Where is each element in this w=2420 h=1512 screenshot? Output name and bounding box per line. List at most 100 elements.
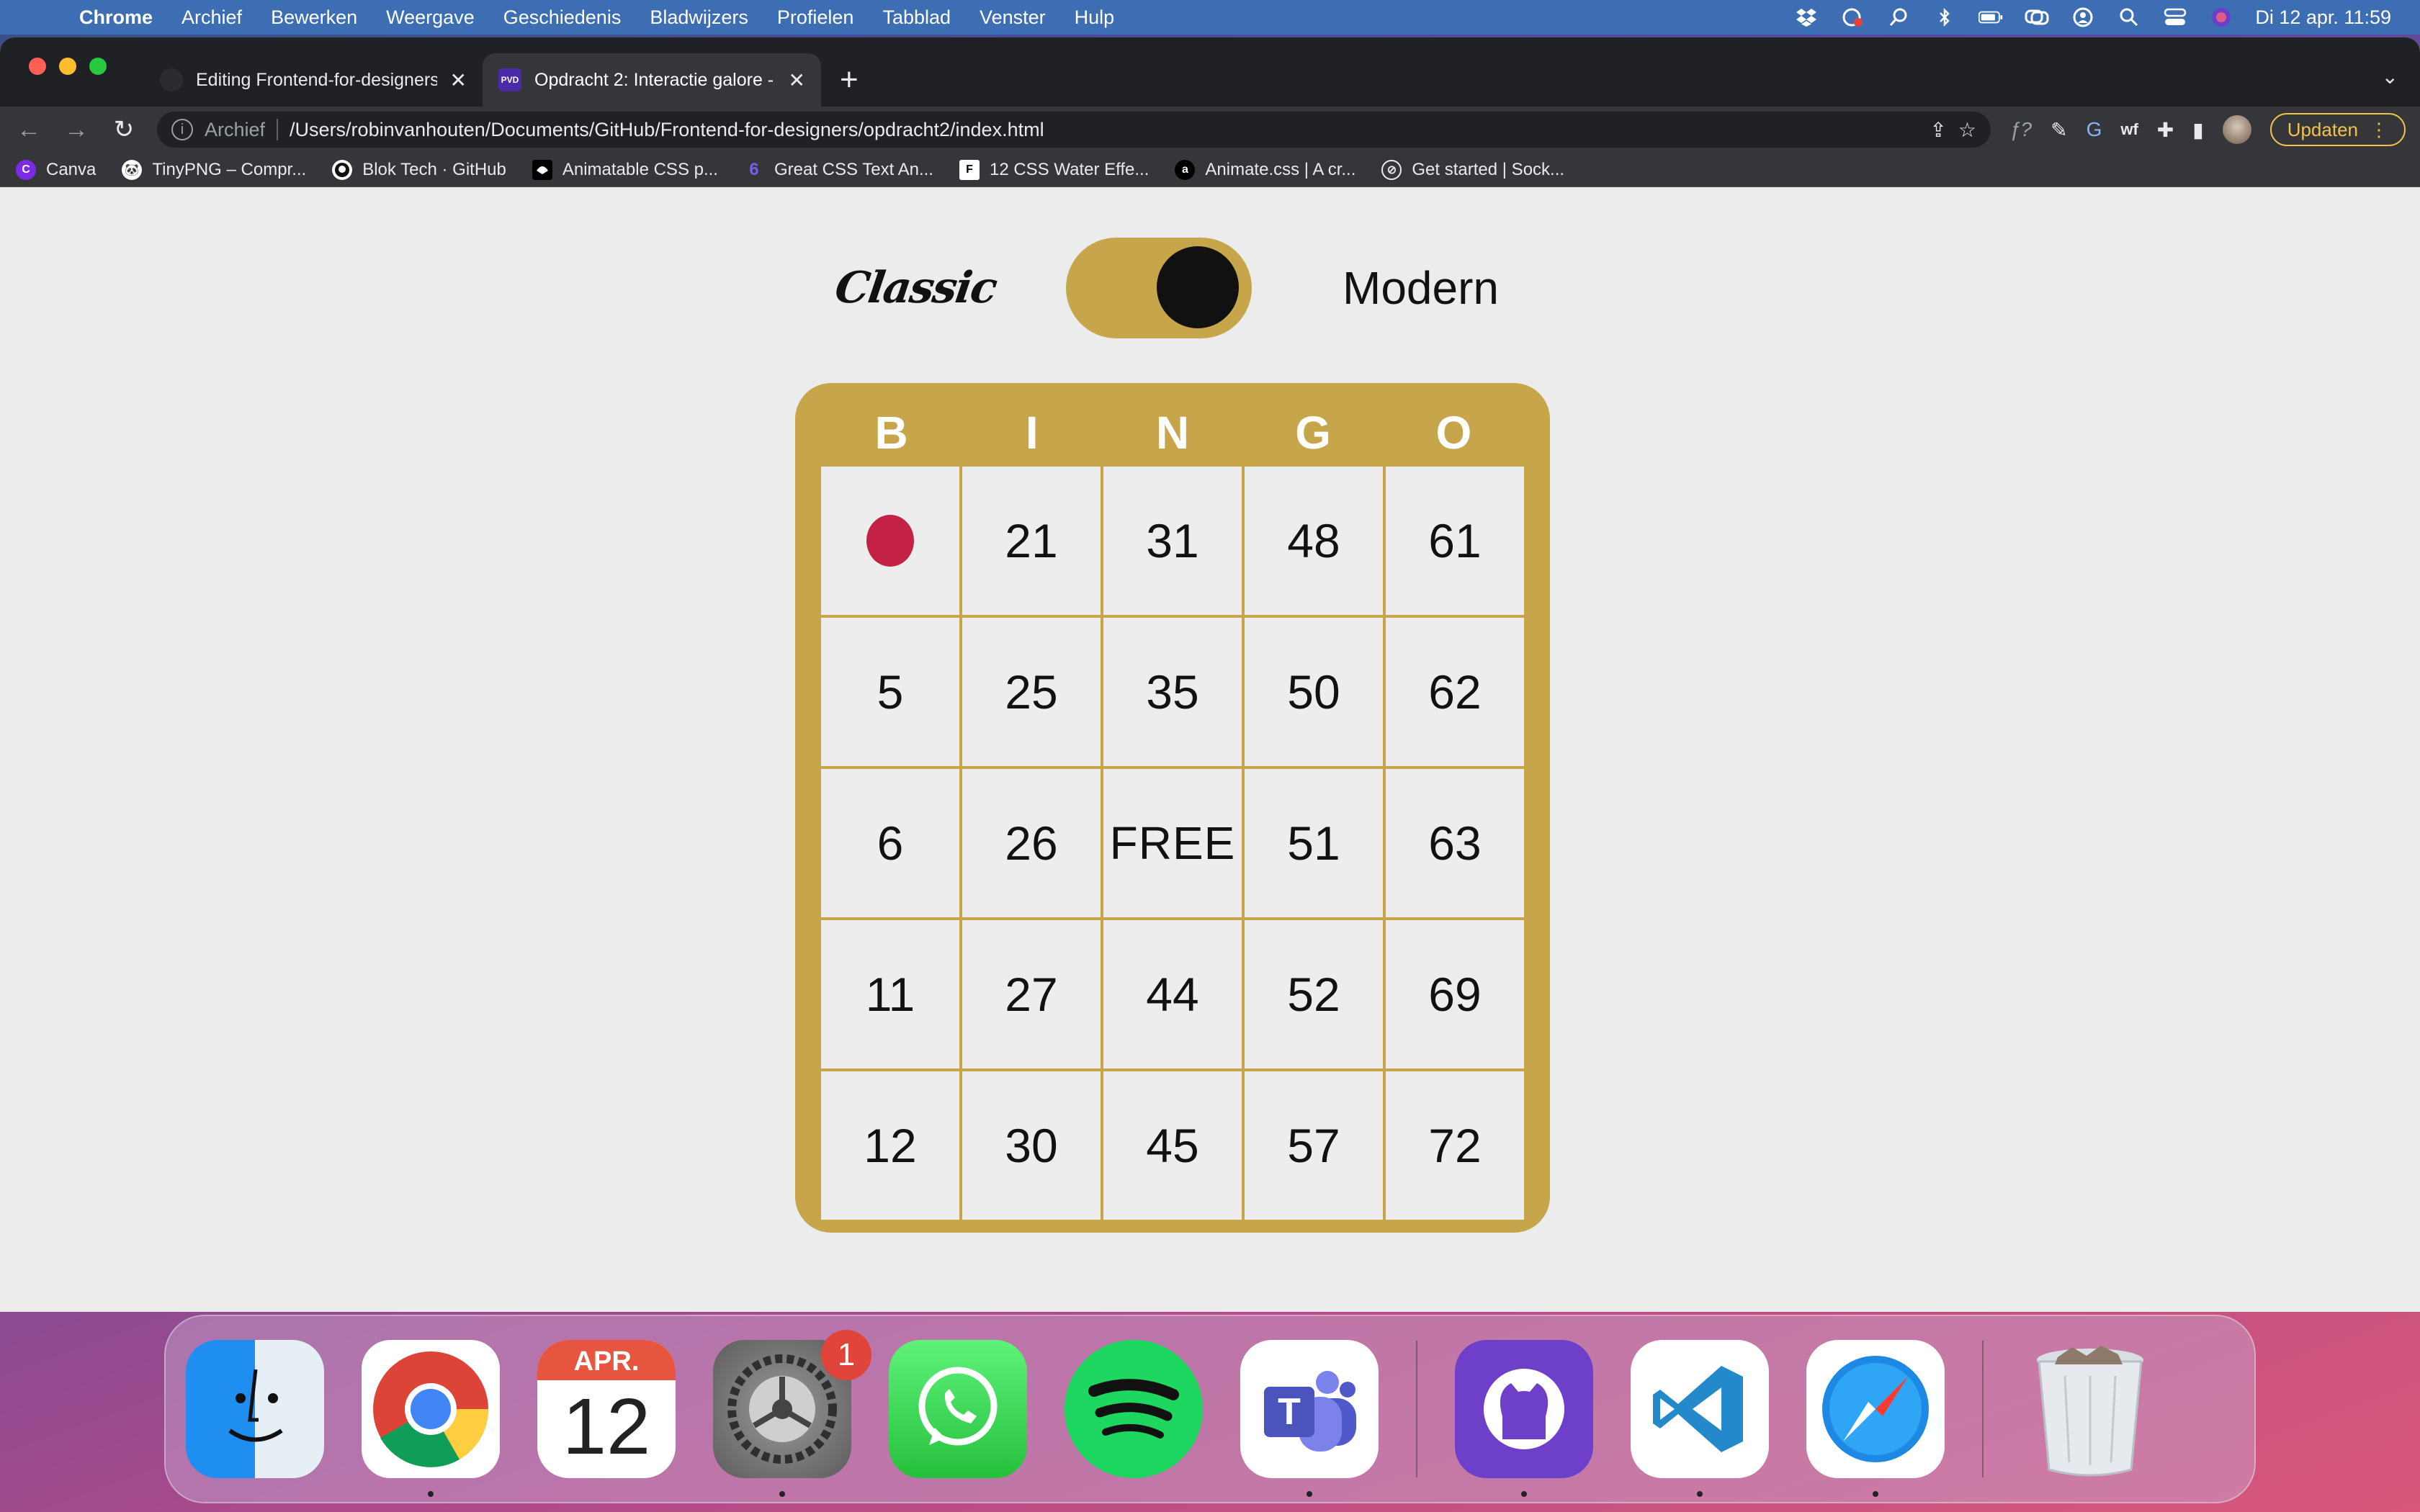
bookmark-blok-tech[interactable]: Blok Tech · GitHub (332, 159, 506, 180)
dock-safari[interactable] (1806, 1340, 1945, 1497)
vpn-icon[interactable] (1840, 6, 1865, 28)
formula-extension-icon[interactable]: ƒ? (2009, 118, 2032, 141)
style-toggle-switch[interactable] (1066, 238, 1252, 338)
bingo-cell[interactable]: 50 (1245, 618, 1383, 766)
battery-icon[interactable] (1978, 6, 2003, 28)
user-account-icon[interactable] (2071, 6, 2095, 28)
menu-archief[interactable]: Archief (182, 6, 242, 29)
f-square-icon: F (959, 159, 980, 180)
translate-extension-icon[interactable]: G (2087, 118, 2102, 141)
bookmark-animatable-css[interactable]: Animatable CSS p... (532, 159, 718, 180)
menu-tabblad[interactable]: Tabblad (882, 6, 951, 29)
site-info-icon[interactable]: i (171, 119, 193, 140)
bingo-cell-free[interactable]: FREE (1103, 769, 1242, 917)
bingo-cell[interactable]: 63 (1386, 769, 1524, 917)
bookmark-animate-css[interactable]: a Animate.css | A cr... (1175, 159, 1355, 180)
bingo-cell[interactable]: 62 (1386, 618, 1524, 766)
bingo-cell[interactable]: 69 (1386, 920, 1524, 1068)
new-tab-button[interactable]: + (840, 53, 859, 107)
bookmark-star-icon[interactable]: ☆ (1958, 118, 1976, 142)
window-controls (29, 58, 107, 75)
dock-spotify[interactable] (1065, 1340, 1203, 1478)
menu-app-name[interactable]: Chrome (79, 6, 153, 29)
dock-vscode[interactable] (1631, 1340, 1769, 1497)
menu-bladwijzers[interactable]: Bladwijzers (650, 6, 748, 29)
menu-weergave[interactable]: Weergave (386, 6, 475, 29)
bingo-cell[interactable]: 45 (1103, 1071, 1242, 1220)
siri-icon[interactable] (2209, 6, 2233, 28)
search-icon[interactable] (2117, 6, 2141, 28)
dock-system-settings[interactable]: 1 (713, 1330, 871, 1497)
screen-mirroring-icon[interactable] (2025, 6, 2049, 28)
bingo-cell[interactable]: 12 (821, 1071, 959, 1220)
bingo-cell[interactable]: 30 (962, 1071, 1101, 1220)
control-center-icon[interactable] (2163, 6, 2187, 28)
close-window-button[interactable] (29, 58, 46, 75)
browser-window: Editing Frontend-for-designers ✕ PVD Opd… (0, 37, 2420, 1312)
bingo-cell[interactable]: 27 (962, 920, 1101, 1068)
url-text[interactable]: /Users/robinvanhouten/Documents/GitHub/F… (290, 119, 1918, 141)
dock-teams[interactable]: T (1240, 1340, 1379, 1497)
menu-bewerken[interactable]: Bewerken (271, 6, 357, 29)
toggle-knob[interactable] (1157, 246, 1239, 328)
bookmark-css-water[interactable]: F 12 CSS Water Effe... (959, 159, 1149, 180)
bingo-cell[interactable]: 5 (821, 618, 959, 766)
dock-chrome[interactable] (362, 1340, 500, 1497)
bingo-cell[interactable]: 25 (962, 618, 1101, 766)
modern-label: Modern (1343, 262, 1499, 314)
bookmark-canva[interactable]: C Canva (16, 159, 97, 180)
dock-github-desktop[interactable] (1455, 1340, 1593, 1497)
bluetooth-icon[interactable] (1932, 6, 1957, 28)
bingo-cell[interactable]: 26 (962, 769, 1101, 917)
dock-trash[interactable] (2021, 1340, 2159, 1478)
bingo-cell-marked[interactable] (821, 467, 959, 615)
menu-geschiedenis[interactable]: Geschiedenis (503, 6, 622, 29)
tab-opdracht2[interactable]: PVD Opdracht 2: Interactie galore - ✕ (483, 53, 821, 107)
whatfont-extension-icon[interactable]: wf (2120, 120, 2138, 139)
bookmark-label: TinyPNG – Compr... (152, 159, 307, 179)
bookmark-socket[interactable]: ⊘ Get started | Sock... (1381, 159, 1564, 180)
profile-avatar[interactable] (2222, 115, 2251, 144)
bingo-cell[interactable]: 44 (1103, 920, 1242, 1068)
bingo-cell[interactable]: 72 (1386, 1071, 1524, 1220)
menubar-clock[interactable]: Di 12 apr. 11:59 (2255, 6, 2391, 29)
bingo-cell[interactable]: 51 (1245, 769, 1383, 917)
update-button[interactable]: Updaten ⋮ (2269, 113, 2406, 146)
bingo-cell[interactable]: 35 (1103, 618, 1242, 766)
dock-whatsapp[interactable] (889, 1340, 1027, 1478)
pen-extension-icon[interactable]: ✎ (2051, 118, 2067, 142)
bookmark-tinypng[interactable]: 🐼 TinyPNG – Compr... (122, 159, 307, 180)
bingo-cell[interactable]: 57 (1245, 1071, 1383, 1220)
extensions-puzzle-icon[interactable]: ✚ (2157, 118, 2174, 142)
bingo-cell[interactable]: 61 (1386, 467, 1524, 615)
dock-finder[interactable] (186, 1340, 324, 1478)
spotlight-search-icon[interactable] (1886, 6, 1911, 28)
address-bar[interactable]: i Archief /Users/robinvanhouten/Document… (157, 112, 1991, 148)
close-tab-icon[interactable]: ✕ (450, 68, 467, 92)
bingo-cell[interactable]: 6 (821, 769, 959, 917)
menu-hulp[interactable]: Hulp (1075, 6, 1115, 29)
side-panel-icon[interactable]: ▮ (2192, 118, 2203, 142)
dropbox-icon[interactable] (1794, 6, 1819, 28)
reload-button[interactable]: ↻ (109, 115, 138, 144)
bookmark-label: Canva (46, 159, 97, 179)
menu-profielen[interactable]: Profielen (777, 6, 854, 29)
fullscreen-window-button[interactable] (89, 58, 107, 75)
tab-editing[interactable]: Editing Frontend-for-designers ✕ (144, 53, 483, 107)
bingo-cell[interactable]: 48 (1245, 467, 1383, 615)
dock-calendar[interactable]: APR. 12 (537, 1340, 676, 1478)
bingo-cell[interactable]: 11 (821, 920, 959, 1068)
dock-divider (1416, 1341, 1417, 1477)
back-button[interactable]: ← (14, 116, 43, 144)
bookmark-great-css-text[interactable]: 6 Great CSS Text An... (744, 160, 933, 180)
close-tab-icon[interactable]: ✕ (789, 68, 805, 92)
bingo-cell[interactable]: 21 (962, 467, 1101, 615)
share-icon[interactable]: ⇪ (1930, 118, 1946, 142)
bingo-cell[interactable]: 52 (1245, 920, 1383, 1068)
bingo-cell[interactable]: 31 (1103, 467, 1242, 615)
minimize-window-button[interactable] (59, 58, 76, 75)
forward-button[interactable]: → (62, 116, 91, 144)
tab-search-chevron-icon[interactable]: ⌄ (2382, 65, 2398, 89)
menu-venster[interactable]: Venster (980, 6, 1046, 29)
socket-icon: ⊘ (1381, 159, 1402, 180)
